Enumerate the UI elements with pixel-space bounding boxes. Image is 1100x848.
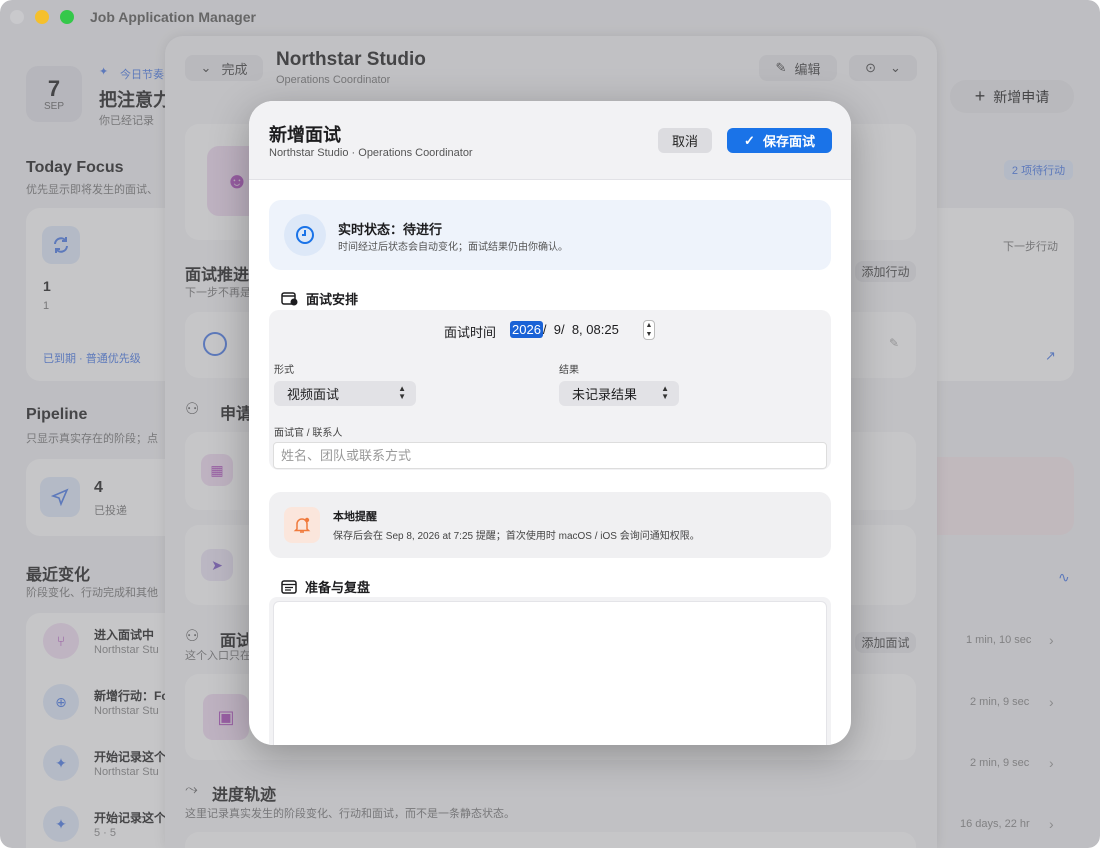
interviewer-input[interactable] [273, 442, 827, 469]
window-title: Job Application Manager [90, 9, 256, 25]
calendar-clock-icon [281, 292, 298, 306]
title-bar: Job Application Manager [0, 0, 1100, 36]
sheet-subtitle: Northstar Studio · Operations Coordinato… [269, 147, 473, 159]
notes-editor[interactable] [273, 601, 827, 745]
format-select[interactable]: 视频面试 ▲ ▼ [274, 381, 416, 406]
note-text-icon [281, 579, 297, 594]
up-down-chevron-icon: ▲ ▼ [398, 384, 406, 401]
window-close-button[interactable] [10, 10, 24, 24]
app-window: 7 SEP ✦ 今日节奏 把注意力 你已经记录 Today Focus 优先显示… [0, 0, 1100, 848]
datetime-year-field[interactable]: 2026 [510, 321, 543, 338]
interview-datetime-picker[interactable]: 2026 / 9/ 8, 08:25 [510, 321, 619, 338]
local-reminder-card: 本地提醒 保存后会在 Sep 8, 2026 at 7:25 提醒；首次使用时 … [269, 492, 831, 558]
notes-section-header: 准备与复盘 [281, 577, 370, 596]
result-value: 未记录结果 [572, 387, 638, 402]
cancel-button[interactable]: 取消 [658, 128, 712, 153]
sheet-title: 新增面试 [269, 125, 341, 145]
live-status-card: 实时状态：待进行 时间经过后状态会自动变化；面试结果仍由你确认。 [269, 200, 831, 270]
new-interview-sheet: 新增面试 Northstar Studio · Operations Coord… [249, 101, 851, 745]
format-value: 视频面试 [287, 387, 340, 402]
clock-icon [284, 214, 326, 256]
save-interview-label: 保存面试 [762, 134, 815, 149]
bell-badge-icon [284, 507, 320, 543]
window-zoom-button[interactable] [60, 10, 74, 24]
reminder-description: 保存后会在 Sep 8, 2026 at 7:25 提醒；首次使用时 macOS… [333, 531, 700, 542]
format-label: 形式 [274, 365, 294, 376]
notes-section-title: 准备与复盘 [305, 580, 371, 595]
live-status-description: 时间经过后状态会自动变化；面试结果仍由你确认。 [338, 242, 568, 253]
datetime-rest-field[interactable]: / 9/ 8, 08:25 [543, 322, 619, 337]
datetime-stepper[interactable]: ▲ ▼ [643, 320, 655, 340]
live-status-title: 实时状态：待进行 [338, 222, 443, 237]
schedule-panel: 面试时间 2026 / 9/ 8, 08:25 ▲ ▼ 形式 视频面试 ▲ ▼ 结果… [269, 310, 831, 470]
result-select[interactable]: 未记录结果 ▲ ▼ [559, 381, 679, 406]
save-interview-button[interactable]: ✓ 保存面试 [727, 128, 832, 153]
schedule-section-title: 面试安排 [306, 292, 359, 307]
schedule-section-header: 面试安排 [281, 289, 358, 308]
reminder-title: 本地提醒 [333, 511, 377, 523]
sheet-header: 新增面试 Northstar Studio · Operations Coord… [249, 101, 851, 180]
interviewer-label: 面试官 / 联系人 [274, 428, 343, 439]
interview-time-label: 面试时间 [444, 325, 497, 340]
window-minimize-button[interactable] [35, 10, 49, 24]
up-down-chevron-icon: ▲ ▼ [661, 384, 669, 401]
checkmark-icon: ✓ [744, 132, 755, 148]
result-label: 结果 [559, 365, 579, 376]
notes-panel [269, 597, 831, 745]
